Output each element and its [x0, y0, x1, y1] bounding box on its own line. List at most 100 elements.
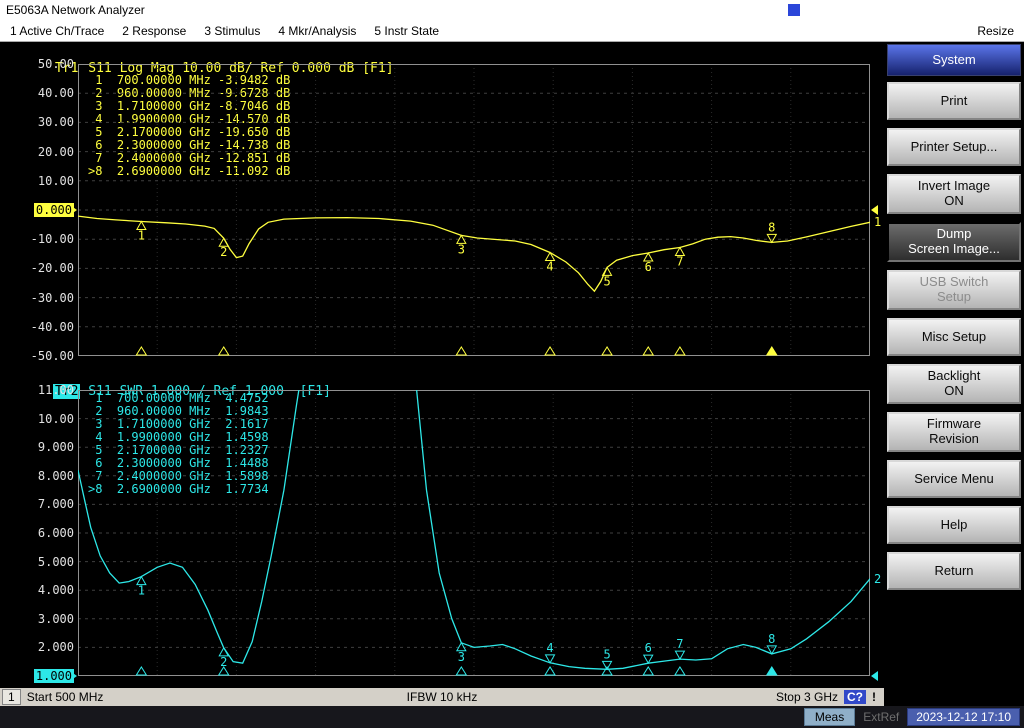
marker-6-number: 6: [645, 260, 652, 274]
marker-8-number: 8: [768, 632, 775, 646]
tr1-ytick-40-00: 40.00: [18, 86, 74, 101]
tr2-plot[interactable]: 12345678: [78, 390, 870, 676]
marker-5-stimulus-tick: [602, 347, 612, 355]
tr2-ytick-4-000: 4.000: [18, 583, 74, 598]
tr1-ytick-50-00: -50.00: [18, 349, 74, 364]
marker-4-number: 4: [546, 641, 553, 655]
menubar: 1 Active Ch/Trace 2 Response 3 Stimulus 4 M…: [0, 20, 1024, 42]
warning-indicator: !: [872, 690, 876, 704]
tr1-ytick-30-00: 30.00: [18, 115, 74, 130]
tr1-ytick-20-00: -20.00: [18, 261, 74, 276]
marker-8-glyph: [767, 234, 776, 242]
softkey-list: Print Printer Setup... Invert ImageON DumpS…: [886, 82, 1022, 590]
correction-status-badge: C?: [844, 690, 866, 704]
marker-5-glyph: [603, 661, 612, 669]
menu-item-5-instr-state[interactable]: 5 Instr State: [374, 24, 439, 38]
marker-1-stimulus-tick: [136, 667, 146, 675]
channel-number: 1: [2, 689, 21, 705]
tr1-ytick-10-00: 10.00: [18, 174, 74, 189]
tr2-ytick-2-000: 2.000: [18, 640, 74, 655]
system-statusbar: Meas ExtRef 2023-12-12 17:10: [0, 706, 1024, 728]
datetime-display: 2023-12-12 17:10: [907, 708, 1020, 726]
tr2-ytick-11-00: 11.00: [18, 383, 74, 398]
tr2-ytick-6-000: 6.000: [18, 526, 74, 541]
softkey-firmware-revision[interactable]: FirmwareRevision: [887, 412, 1021, 452]
tr2-ref-level-arrow-right: [871, 671, 878, 681]
marker-4-number: 4: [546, 260, 553, 274]
marker-3-number: 3: [458, 242, 465, 256]
marker-8-stimulus-tick: [767, 347, 777, 355]
tr1-trace: [78, 216, 870, 291]
window-title: E5063A Network Analyzer: [6, 3, 145, 17]
marker-3-stimulus-tick: [456, 347, 466, 355]
tr2-ytick-7-000: 7.000: [18, 497, 74, 512]
softkey-invert-image-on[interactable]: Invert ImageON: [887, 174, 1021, 214]
marker-5-number: 5: [603, 274, 610, 288]
marker-7-stimulus-tick: [675, 347, 685, 355]
marker-2-stimulus-tick: [219, 347, 229, 355]
softkey-misc-setup[interactable]: Misc Setup: [887, 318, 1021, 356]
ifbw-label: IFBW 10 kHz: [0, 690, 884, 704]
softkey-menu-title: System: [887, 44, 1021, 76]
menu-resize[interactable]: Resize: [977, 24, 1014, 38]
marker-3-number: 3: [458, 650, 465, 664]
softkey-dump-screen-image[interactable]: DumpScreen Image...: [887, 222, 1021, 262]
tr1-ytick-0-000: 0.000: [18, 203, 74, 218]
softkey-usb-switch-setup: USB SwitchSetup: [887, 270, 1021, 310]
marker-8-number: 8: [768, 220, 775, 234]
marker-7-number: 7: [676, 637, 683, 651]
marker-7-stimulus-tick: [675, 667, 685, 675]
marker-6-stimulus-tick: [643, 347, 653, 355]
marker-8-stimulus-tick: [767, 667, 777, 675]
marker-3-stimulus-tick: [456, 667, 466, 675]
softkey-return[interactable]: Return: [887, 552, 1021, 590]
marker-1-number: 1: [138, 584, 145, 598]
tr2-ytick-8-000: 8.000: [18, 469, 74, 484]
tr1-ytick-10-00: -10.00: [18, 232, 74, 247]
meas-status-indicator: Meas: [804, 708, 855, 726]
marker-1-stimulus-tick: [136, 347, 146, 355]
stop-frequency-label: Stop 3 GHz: [776, 690, 838, 704]
window-titlebar: E5063A Network Analyzer: [0, 0, 1024, 20]
menu-item-2-response[interactable]: 2 Response: [122, 24, 186, 38]
tr1-ytick-30-00: -30.00: [18, 291, 74, 306]
menu-item-4-mkr-analysis[interactable]: 4 Mkr/Analysis: [278, 24, 356, 38]
tr2-trace-number-indicator: 2: [874, 572, 881, 586]
tr1-ref-level-arrow-right: [871, 205, 878, 215]
tr2-ytick-1-000: 1.000: [18, 669, 74, 684]
tr2-ytick-9-000: 9.000: [18, 440, 74, 455]
menu-item-3-stimulus[interactable]: 3 Stimulus: [204, 24, 260, 38]
tr1-ytick-50-00: 50.00: [18, 57, 74, 72]
marker-5-stimulus-tick: [602, 667, 612, 675]
tr2-ytick-3-000: 3.000: [18, 612, 74, 627]
tr1-ytick-40-00: -40.00: [18, 320, 74, 335]
extref-indicator: ExtRef: [863, 710, 899, 724]
tr1-plot[interactable]: 1 2 3 4 5 6 7 8: [78, 64, 870, 356]
marker-6-number: 6: [645, 641, 652, 655]
marker-5-number: 5: [603, 647, 610, 661]
window-icon: [788, 4, 800, 16]
display-area: Tr1 S11 Log Mag 10.00 dB/ Ref 0.000 dB […: [0, 42, 884, 706]
tr2-trace: [78, 390, 870, 669]
softkey-backlight-on[interactable]: BacklightON: [887, 364, 1021, 404]
marker-1-number: 1: [138, 229, 145, 243]
softkey-service-menu[interactable]: Service Menu: [887, 460, 1021, 498]
network-analyzer-screen: E5063A Network Analyzer 1 Active Ch/Trac…: [0, 0, 1024, 728]
start-frequency-label: Start 500 MHz: [27, 690, 104, 704]
softkey-print[interactable]: Print: [887, 82, 1021, 120]
tr1-ytick-20-00: 20.00: [18, 145, 74, 160]
marker-7-number: 7: [676, 255, 683, 269]
tr2-ytick-5-000: 5.000: [18, 555, 74, 570]
marker-6-stimulus-tick: [643, 667, 653, 675]
marker-2-number: 2: [220, 245, 227, 259]
menu-item-1-active-ch-trace[interactable]: 1 Active Ch/Trace: [10, 24, 104, 38]
marker-7-glyph: [675, 651, 684, 659]
softkey-printer-setup[interactable]: Printer Setup...: [887, 128, 1021, 166]
softkey-help[interactable]: Help: [887, 506, 1021, 544]
menubar-items: 1 Active Ch/Trace 2 Response 3 Stimulus 4 M…: [10, 24, 439, 38]
marker-6-glyph: [644, 655, 653, 663]
softkey-panel: System Print Printer Setup... Invert Image…: [884, 42, 1024, 706]
tr1-trace-number-indicator: 1: [874, 215, 881, 229]
tr2-ytick-10-00: 10.00: [18, 412, 74, 427]
channel-statusbar: 1 Start 500 MHz IFBW 10 kHz Stop 3 GHz C…: [0, 688, 884, 706]
